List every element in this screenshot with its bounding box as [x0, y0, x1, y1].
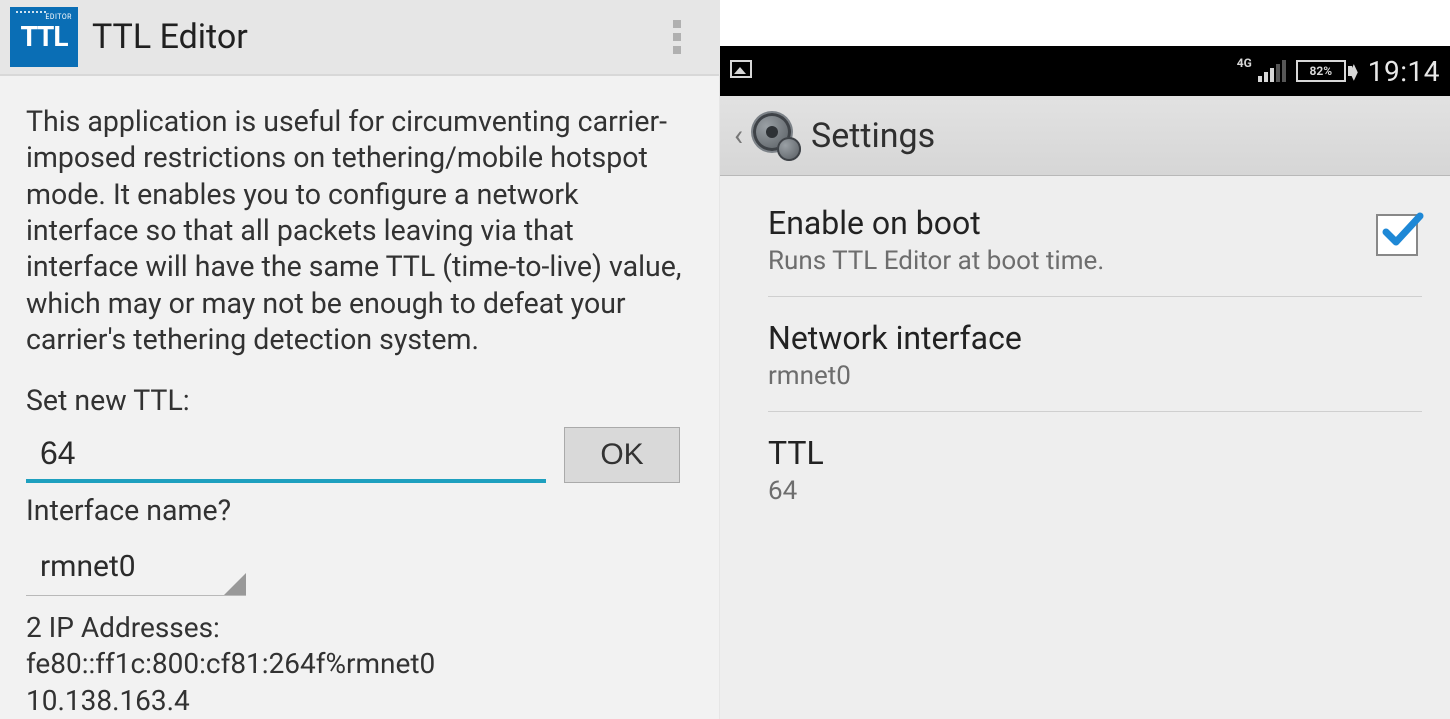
ok-button[interactable]: OK	[564, 427, 680, 483]
enable-on-boot-checkbox[interactable]	[1376, 214, 1418, 256]
battery-icon: 82% ⧫	[1296, 60, 1358, 82]
pref-title: TTL	[768, 434, 1422, 472]
action-bar: EDITOR TTL TTL Editor	[0, 0, 719, 76]
settings-screen: 4G 82% ⧫ 19:14 ‹ Settings	[720, 0, 1450, 719]
overflow-menu-icon[interactable]	[653, 13, 701, 61]
pref-enable-on-boot[interactable]: Enable on boot Runs TTL Editor at boot t…	[768, 182, 1422, 297]
charging-icon: ⧫	[1350, 62, 1358, 81]
battery-percentage: 82%	[1296, 60, 1346, 82]
ttl-input[interactable]	[26, 427, 546, 483]
picture-icon	[730, 60, 752, 78]
ip-address-2: 10.138.163.4	[26, 683, 693, 719]
clock: 19:14	[1368, 55, 1440, 88]
settings-gear-icon[interactable]	[751, 111, 801, 161]
pref-title: Network interface	[768, 319, 1422, 357]
pref-value: rmnet0	[768, 361, 1422, 391]
status-bar: 4G 82% ⧫ 19:14	[720, 46, 1450, 96]
app-icon: EDITOR TTL	[10, 7, 78, 67]
ip-address-1: fe80::ff1c:800:cf81:264f%rmnet0	[26, 646, 693, 682]
pref-ttl[interactable]: TTL 64	[768, 412, 1422, 526]
settings-title: Settings	[811, 116, 935, 156]
interface-spinner[interactable]: rmnet0	[26, 542, 246, 596]
ip-addresses-header: 2 IP Addresses:	[26, 610, 693, 646]
pref-value: 64	[768, 476, 1422, 506]
network-type-label: 4G	[1237, 57, 1252, 69]
pref-title: Enable on boot	[768, 204, 1376, 242]
blank-top-area	[720, 0, 1450, 46]
app-title: TTL Editor	[92, 17, 653, 57]
pref-subtitle: Runs TTL Editor at boot time.	[768, 246, 1376, 276]
pref-network-interface[interactable]: Network interface rmnet0	[768, 297, 1422, 412]
ttl-editor-screen: EDITOR TTL TTL Editor This application i…	[0, 0, 720, 719]
set-ttl-label: Set new TTL:	[26, 383, 693, 419]
settings-action-bar: ‹ Settings	[720, 96, 1450, 176]
signal-strength-icon	[1258, 60, 1286, 82]
app-description: This application is useful for circumven…	[26, 104, 693, 359]
back-chevron-icon[interactable]: ‹	[734, 118, 743, 153]
interface-name-label: Interface name?	[26, 493, 693, 529]
